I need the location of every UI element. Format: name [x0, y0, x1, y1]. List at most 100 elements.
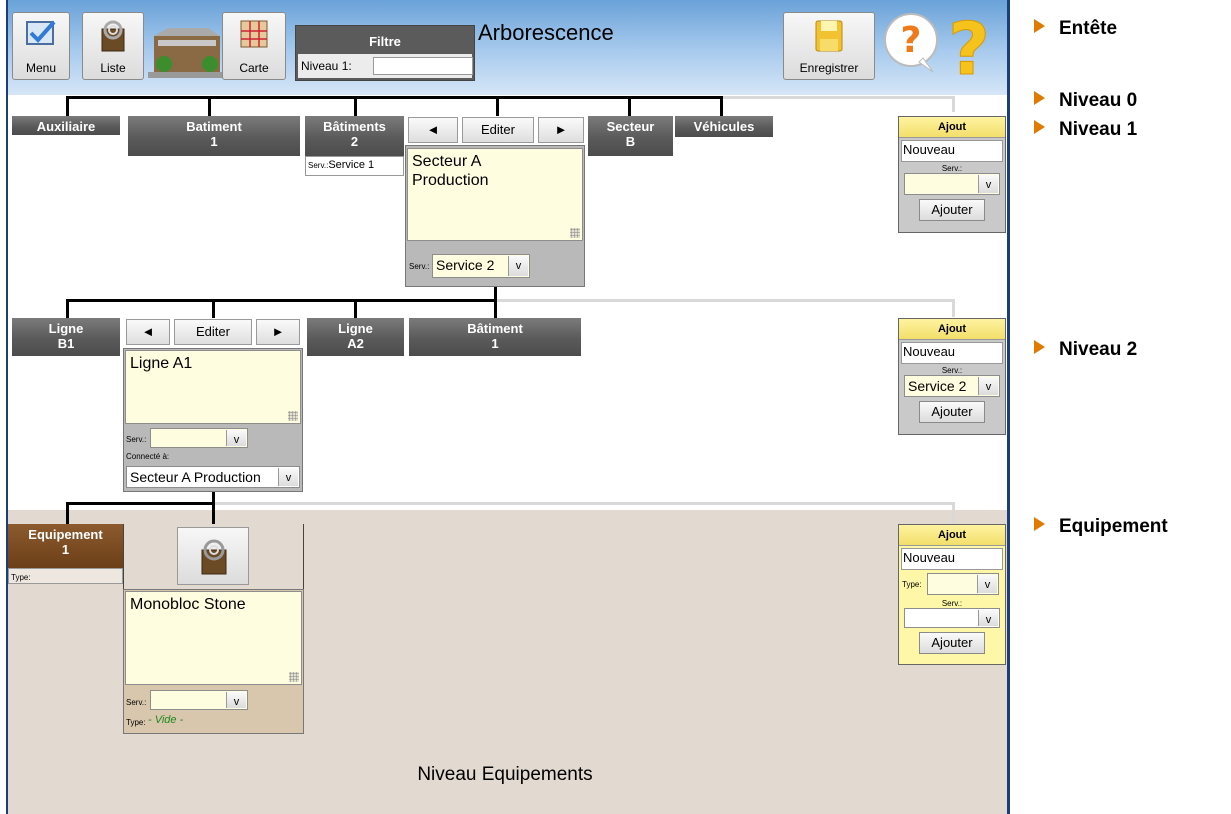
node-ligne-b1[interactable]: Ligne B1: [12, 318, 120, 356]
niveau1-input[interactable]: [373, 57, 473, 75]
chevron-down-icon: v: [226, 430, 246, 446]
menu-label: Menu: [25, 61, 57, 75]
service-select[interactable]: v: [904, 173, 1000, 195]
carte-label: Carte: [239, 61, 269, 75]
type-value: - Vide -: [148, 714, 184, 726]
connect-select[interactable]: Secteur A Production v: [126, 466, 300, 488]
arrow-icon: [1034, 91, 1045, 105]
node-batiment-1[interactable]: Batiment 1: [128, 116, 300, 156]
node-label: Equipement 1: [28, 527, 103, 557]
serv-label: Serv.:: [941, 164, 963, 173]
selected-text: Ligne A1: [130, 355, 193, 372]
type-label: Type:: [11, 573, 31, 582]
chevron-down-icon: v: [978, 175, 998, 193]
tree-branch: [720, 96, 723, 116]
nouveau-input[interactable]: Nouveau: [901, 548, 1003, 570]
tree-branch: [66, 96, 69, 116]
node-secteur-b[interactable]: Secteur B: [588, 116, 673, 156]
node-label: Ligne A2: [338, 321, 373, 351]
node-vehicules[interactable]: Véhicules: [675, 116, 773, 137]
resize-grip[interactable]: [570, 228, 580, 238]
serv-label: Serv.:: [126, 698, 147, 707]
menu-button[interactable]: Menu: [12, 12, 70, 80]
edit-button[interactable]: Editer: [462, 117, 534, 143]
annotation-niveau2: Niveau 2: [1034, 339, 1137, 361]
node-label: Ligne B1: [48, 321, 84, 351]
save-button[interactable]: Enregistrer: [783, 12, 875, 80]
header-bar: Menu Liste Carte Filtre Niveau 1: Arbore…: [8, 0, 1007, 95]
selected-node-text[interactable]: Secteur A Production: [407, 148, 583, 241]
tree-branch: [212, 502, 215, 524]
ajout-panel-level1: Ajout Nouveau Serv.: Service 2 v Ajouter: [898, 318, 1006, 435]
node-batiment-1[interactable]: Bâtiment 1: [409, 318, 581, 356]
selected-node-text[interactable]: Monobloc Stone: [125, 591, 302, 685]
next-button[interactable]: ►: [538, 117, 584, 143]
liste-button[interactable]: Liste: [82, 12, 144, 80]
annotation-entete: Entête: [1034, 18, 1117, 40]
annotation-label: Entête: [1059, 18, 1118, 39]
svg-text:?: ?: [948, 10, 990, 82]
carte-button[interactable]: Carte: [222, 12, 286, 80]
node-ligne-a2[interactable]: Ligne A2: [307, 318, 404, 356]
floppy-disk-icon: [815, 20, 843, 52]
chevron-down-icon: v: [278, 468, 298, 486]
node-label: Bâtiment 1: [467, 321, 523, 351]
service-value: Service 1: [328, 159, 375, 171]
node-label: Batiment 1: [186, 119, 242, 149]
resize-grip[interactable]: [289, 672, 299, 682]
type-select[interactable]: v: [927, 573, 999, 595]
filter-title: Filtre: [369, 34, 401, 49]
node-equipement-1[interactable]: Equipement 1: [8, 524, 123, 568]
tree-line-level2-ext: [214, 502, 954, 505]
annotation-label: Niveau 2: [1059, 339, 1138, 360]
checkmark-icon: [26, 20, 56, 45]
equipment-area-label: Niveau Equipements: [417, 764, 593, 785]
tree-branch: [66, 502, 69, 524]
selected-node-text[interactable]: Ligne A1: [125, 350, 301, 424]
building-icon: [148, 28, 226, 78]
service-select[interactable]: Service 2 v: [432, 254, 530, 278]
question-mark-icon[interactable]: ?: [945, 10, 993, 82]
chevron-down-icon: v: [978, 377, 998, 395]
ajout-title: Ajout: [899, 319, 1005, 340]
annotation-equipement: Equipement: [1034, 516, 1168, 538]
service-value: Service 2: [908, 378, 967, 394]
service-select[interactable]: Service 2 v: [904, 375, 1000, 397]
service-select[interactable]: v: [150, 428, 248, 448]
tree-line-level0: [66, 96, 722, 99]
tree-branch: [212, 299, 215, 318]
node-batiments-2[interactable]: Bâtiments 2: [305, 116, 404, 156]
edit-button[interactable]: Editer: [174, 319, 252, 345]
tree-branch: [628, 96, 631, 116]
app-window: Menu Liste Carte Filtre Niveau 1: Arbore…: [0, 0, 1010, 814]
binder-button[interactable]: [177, 527, 249, 585]
next-button[interactable]: ►: [256, 319, 300, 345]
ring-binder-icon: [101, 20, 125, 52]
annotation-label: Niveau 1: [1059, 119, 1138, 140]
ajouter-button[interactable]: Ajouter: [919, 632, 985, 654]
service-select[interactable]: v: [150, 690, 248, 710]
ajouter-button[interactable]: Ajouter: [919, 401, 985, 423]
equipement-type: Type:: [8, 568, 123, 584]
chevron-down-icon: v: [977, 575, 997, 593]
node-label: Véhicules: [693, 119, 755, 134]
ajout-title: Ajout: [899, 117, 1005, 138]
help-speech-icon[interactable]: ?: [883, 12, 939, 74]
ajouter-button[interactable]: Ajouter: [919, 199, 985, 221]
annotation-label: Equipement: [1059, 516, 1168, 537]
node-auxiliaire[interactable]: Auxiliaire: [12, 116, 120, 135]
ring-binder-icon: [201, 539, 227, 575]
prev-button[interactable]: ◄: [408, 117, 458, 143]
resize-grip[interactable]: [288, 411, 298, 421]
prev-button[interactable]: ◄: [126, 319, 170, 345]
nouveau-input[interactable]: Nouveau: [901, 342, 1003, 364]
type-row: Type: v: [899, 573, 1005, 597]
type-label: Type:: [902, 580, 922, 589]
tree-branch: [496, 96, 499, 116]
service-select[interactable]: v: [904, 608, 1000, 628]
nouveau-input[interactable]: Nouveau: [901, 140, 1003, 162]
connect-label: Connecté à:: [126, 452, 170, 461]
page-title: Arborescence: [478, 20, 614, 45]
tree-line-level0-ext: [722, 96, 954, 99]
edit-label: Editer: [196, 324, 230, 339]
